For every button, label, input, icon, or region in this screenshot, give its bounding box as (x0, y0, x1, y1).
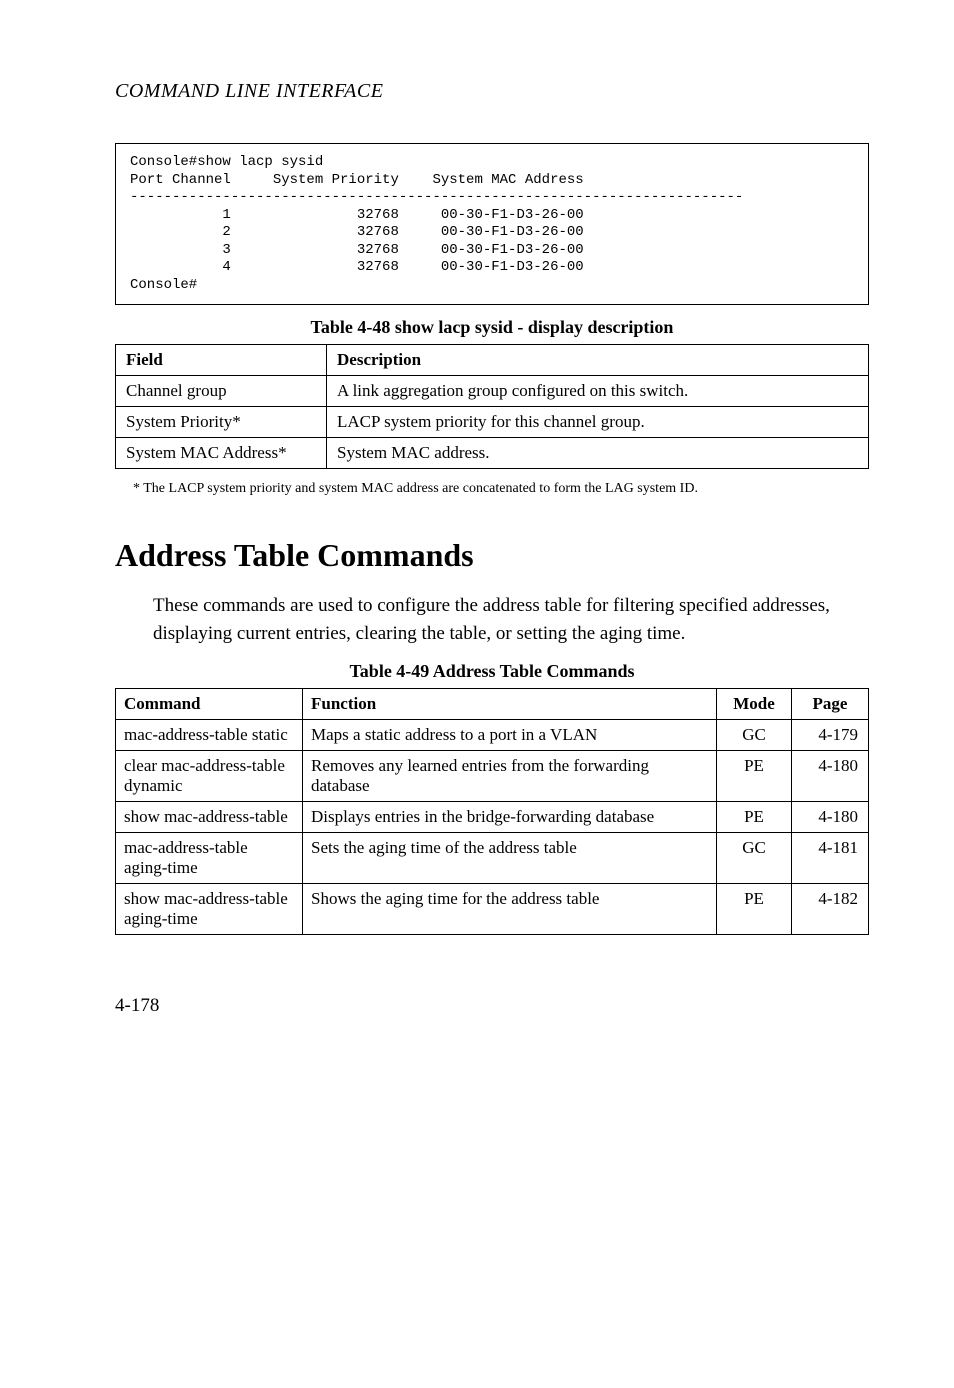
table-49: Command Function Mode Page mac-address-t… (115, 688, 869, 935)
cell-page: 4-179 (792, 720, 869, 751)
table-48-caption: Table 4-48 show lacp sysid - display des… (115, 317, 869, 338)
cell-func: Sets the aging time of the address table (303, 833, 717, 884)
console-output: Console#show lacp sysid Port Channel Sys… (115, 143, 869, 305)
col-mode: Mode (717, 689, 792, 720)
cell-cmd: mac-address-table static (116, 720, 303, 751)
col-desc: Description (327, 345, 869, 376)
cell-desc: System MAC address. (327, 438, 869, 469)
table-48: Field Description Channel group A link a… (115, 344, 869, 469)
cell-field: System MAC Address* (116, 438, 327, 469)
table-row: show mac-address-table Displays entries … (116, 802, 869, 833)
cell-func: Maps a static address to a port in a VLA… (303, 720, 717, 751)
col-function: Function (303, 689, 717, 720)
cell-cmd: mac-address-table aging-time (116, 833, 303, 884)
cell-mode: PE (717, 751, 792, 802)
cell-mode: PE (717, 884, 792, 935)
cell-desc: LACP system priority for this channel gr… (327, 407, 869, 438)
table-row: Command Function Mode Page (116, 689, 869, 720)
cell-func: Shows the aging time for the address tab… (303, 884, 717, 935)
table-row: System MAC Address* System MAC address. (116, 438, 869, 469)
cell-page: 4-180 (792, 802, 869, 833)
section-body: These commands are used to configure the… (153, 592, 869, 647)
table-row: Channel group A link aggregation group c… (116, 376, 869, 407)
table-row: mac-address-table static Maps a static a… (116, 720, 869, 751)
table-row: clear mac-address-table dynamic Removes … (116, 751, 869, 802)
cell-field: System Priority* (116, 407, 327, 438)
cell-cmd: show mac-address-table (116, 802, 303, 833)
page-number: 4-178 (115, 995, 869, 1017)
cell-mode: GC (717, 833, 792, 884)
cell-mode: GC (717, 720, 792, 751)
cell-mode: PE (717, 802, 792, 833)
table-49-caption: Table 4-49 Address Table Commands (115, 661, 869, 682)
header-text: COMMAND LINE INTERFACE (115, 80, 383, 102)
table-row: Field Description (116, 345, 869, 376)
table-48-footnote: * The LACP system priority and system MA… (133, 481, 869, 497)
cell-page: 4-181 (792, 833, 869, 884)
cell-desc: A link aggregation group configured on t… (327, 376, 869, 407)
running-header: COMMAND LINE INTERFACE (115, 80, 869, 103)
table-row: show mac-address-table aging-time Shows … (116, 884, 869, 935)
col-field: Field (116, 345, 327, 376)
col-page: Page (792, 689, 869, 720)
section-title: Address Table Commands (115, 537, 869, 574)
cell-page: 4-180 (792, 751, 869, 802)
col-command: Command (116, 689, 303, 720)
table-row: mac-address-table aging-time Sets the ag… (116, 833, 869, 884)
cell-cmd: clear mac-address-table dynamic (116, 751, 303, 802)
cell-func: Removes any learned entries from the for… (303, 751, 717, 802)
cell-page: 4-182 (792, 884, 869, 935)
cell-func: Displays entries in the bridge-forwardin… (303, 802, 717, 833)
cell-field: Channel group (116, 376, 327, 407)
cell-cmd: show mac-address-table aging-time (116, 884, 303, 935)
table-row: System Priority* LACP system priority fo… (116, 407, 869, 438)
